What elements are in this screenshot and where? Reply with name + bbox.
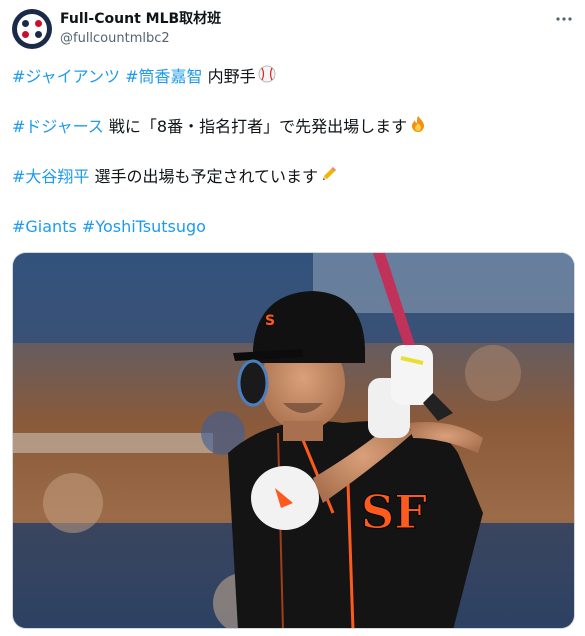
svg-text:S: S	[265, 313, 275, 329]
svg-text:SF: SF	[361, 485, 427, 539]
hashtag-link[interactable]: #ドジャース	[12, 117, 104, 136]
tweet-photo[interactable]: SF S	[12, 252, 575, 629]
tweet-line: #ドジャース 戦に「8番・指名打者」で先発出場します	[12, 114, 573, 139]
text-span: 内野手	[202, 67, 256, 86]
hashtag-link[interactable]: #筒香嘉智	[125, 67, 202, 86]
more-horizontal-icon[interactable]	[555, 10, 573, 32]
hashtag-link[interactable]: #ジャイアンツ	[12, 67, 120, 86]
tweet-header: Full-Count MLB取材班 @fullcountmlbc2	[12, 8, 573, 52]
hashtag-link[interactable]: #YoshiTsutsugo	[82, 217, 206, 236]
fire-icon	[409, 115, 427, 140]
handle[interactable]: @fullcountmlbc2	[60, 30, 221, 48]
tweet-line: #大谷翔平 選手の出場も予定されています	[12, 164, 573, 189]
author-names: Full-Count MLB取材班 @fullcountmlbc2	[60, 10, 221, 48]
hashtag-link[interactable]: #Giants	[12, 217, 77, 236]
text-span: 選手の出場も予定されています	[89, 167, 319, 186]
display-name[interactable]: Full-Count MLB取材班	[60, 10, 221, 28]
hashtag-link[interactable]: #大谷翔平	[12, 167, 89, 186]
tweet-line: #Giants #YoshiTsutsugo	[12, 214, 573, 239]
baseball-icon	[258, 65, 276, 90]
tweet-text: #ジャイアンツ #筒香嘉智 内野手 #ドジャース 戦に「8番・指名打者」で先発出…	[12, 64, 573, 239]
tweet-line: #ジャイアンツ #筒香嘉智 内野手	[12, 64, 573, 89]
text-span: 戦に「8番・指名打者」で先発出場します	[103, 117, 408, 136]
avatar-logo	[17, 14, 47, 44]
tweet-card: Full-Count MLB取材班 @fullcountmlbc2 #ジャイアン…	[0, 0, 585, 636]
baseball-player-photo: SF S	[13, 253, 574, 628]
avatar[interactable]	[12, 9, 52, 49]
pencil-icon	[320, 165, 338, 190]
